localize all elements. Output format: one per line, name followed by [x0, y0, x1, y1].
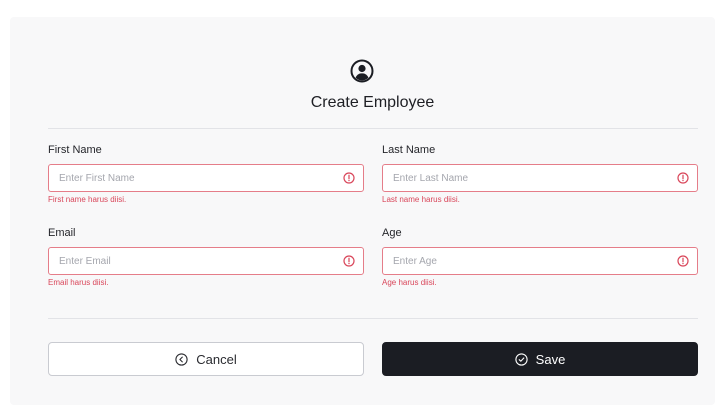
age-input[interactable] [393, 248, 663, 274]
error-icon [343, 255, 355, 267]
save-button-label: Save [535, 351, 566, 367]
cancel-button-label: Cancel [196, 351, 237, 367]
cancel-button[interactable]: Cancel [48, 342, 364, 376]
page: Create Employee First Name First name ha… [0, 0, 725, 407]
first-name-error: First name harus diisi. [48, 195, 127, 204]
first-name-input[interactable] [59, 165, 329, 191]
last-name-label: Last Name [382, 144, 436, 156]
user-circle-icon [350, 59, 374, 83]
error-icon [343, 172, 355, 184]
error-icon [677, 172, 689, 184]
email-error: Email harus diisi. [48, 278, 109, 287]
circle-arrow-left-icon [175, 352, 188, 366]
last-name-input[interactable] [393, 165, 663, 191]
email-input-wrapper [48, 247, 364, 275]
last-name-error: Last name harus diisi. [382, 195, 460, 204]
error-icon [677, 255, 689, 267]
circle-check-icon [515, 352, 528, 366]
first-name-label: First Name [48, 144, 102, 156]
email-input[interactable] [59, 248, 329, 274]
age-error: Age harus diisi. [382, 278, 437, 287]
save-button[interactable]: Save [382, 342, 698, 376]
first-name-input-wrapper [48, 164, 364, 192]
age-label: Age [382, 227, 402, 239]
header-divider [48, 128, 698, 129]
page-title: Create Employee [310, 94, 435, 111]
email-label: Email [48, 227, 76, 239]
last-name-input-wrapper [382, 164, 698, 192]
footer-divider [48, 318, 698, 319]
age-input-wrapper [382, 247, 698, 275]
